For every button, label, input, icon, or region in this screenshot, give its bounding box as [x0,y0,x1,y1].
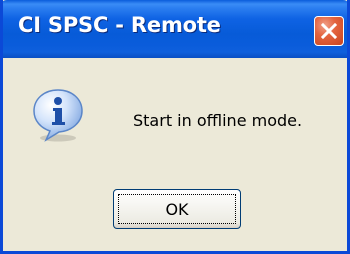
dialog-title: CI SPSC - Remote [18,13,221,37]
information-icon [32,88,84,144]
close-icon [321,23,337,39]
close-button[interactable] [314,16,344,46]
dialog-body: Start in offline mode. OK [3,58,347,251]
ok-button[interactable]: OK [113,189,241,229]
dialog-message: Start in offline mode. [133,111,303,130]
title-bar[interactable]: CI SPSC - Remote [3,0,347,58]
message-dialog: CI SPSC - Remote Start in offline mode. … [0,0,350,254]
ok-button-label: OK [165,200,189,219]
